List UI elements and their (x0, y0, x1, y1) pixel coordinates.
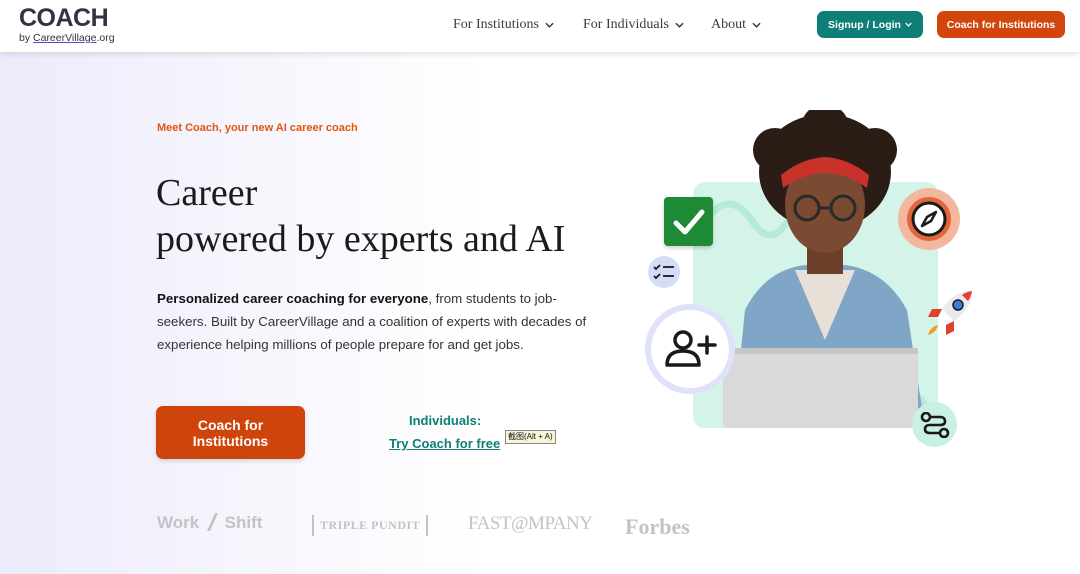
checklist-glyph (653, 264, 674, 280)
individuals-label: Individuals: (409, 413, 482, 428)
route-glyph (920, 411, 949, 438)
coach-logo[interactable]: COACH by CareerVillage.org (19, 5, 115, 44)
nav-for-institutions-label: For Institutions (453, 17, 539, 32)
site-header: COACH by CareerVillage.org For Instituti… (0, 0, 1080, 52)
woman-with-laptop-photo (723, 110, 925, 428)
screenshot-tooltip: 截图(Alt + A) (505, 430, 556, 444)
hero-headline: Career powered by experts and AI (156, 170, 565, 262)
slash-icon (206, 513, 218, 531)
hero-description: Personalized career coaching for everyon… (157, 287, 587, 356)
chevron-down-icon (545, 22, 554, 28)
add-user-icon (651, 310, 729, 388)
forbes-logo: Forbes (625, 514, 690, 539)
compass-icon (898, 188, 960, 250)
logo-byline: by CareerVillage.org (19, 32, 115, 44)
rocket-icon (928, 291, 972, 335)
fastcompany-logo: FAST@MPANY (468, 513, 593, 534)
coach-for-institutions-header-button[interactable]: Coach for Institutions (937, 11, 1065, 38)
workshift-logo-word1: Work (157, 513, 200, 532)
nav-about[interactable]: About (711, 17, 761, 33)
try-coach-free-link[interactable]: Try Coach for free (389, 436, 500, 451)
hero-headline-line2: powered by experts and AI (156, 218, 566, 260)
signup-login-label: Signup / Login (828, 18, 901, 31)
compass-glyph (907, 197, 951, 241)
nav-for-institutions[interactable]: For Institutions (453, 17, 554, 33)
checkmark-glyph (673, 209, 704, 234)
triplepundit-logo: TRIPLE PUNDIT (312, 515, 429, 536)
logo-wordmark: COACH (19, 4, 109, 32)
coach-for-institutions-header-label: Coach for Institutions (946, 18, 1056, 31)
coach-for-institutions-button[interactable]: Coach for Institutions (156, 406, 305, 459)
chevron-down-icon (752, 22, 761, 28)
hero-eyebrow: Meet Coach, your new AI career coach (157, 122, 358, 134)
hero-headline-line1: Career (156, 172, 258, 214)
checkmark-icon (664, 197, 713, 246)
logo-byline-careervillage: CareerVillage (33, 32, 97, 44)
hero-description-bold: Personalized career coaching for everyon… (157, 291, 429, 306)
logo-byline-suffix: .org (96, 32, 115, 44)
nav-for-individuals[interactable]: For Individuals (583, 17, 684, 33)
chevron-down-icon (905, 22, 912, 27)
chevron-down-icon (675, 22, 684, 28)
add-user-glyph (665, 330, 717, 367)
checklist-icon (648, 256, 680, 288)
nav-for-individuals-label: For Individuals (583, 17, 669, 32)
logo-byline-prefix: by (19, 32, 34, 44)
nav-about-label: About (711, 17, 746, 32)
signup-login-button[interactable]: Signup / Login (817, 11, 923, 38)
workshift-logo: Work Shift (157, 513, 262, 533)
coach-for-institutions-label: Coach for Institutions (192, 416, 269, 449)
route-icon (912, 402, 957, 447)
workshift-logo-word2: Shift (224, 513, 263, 532)
